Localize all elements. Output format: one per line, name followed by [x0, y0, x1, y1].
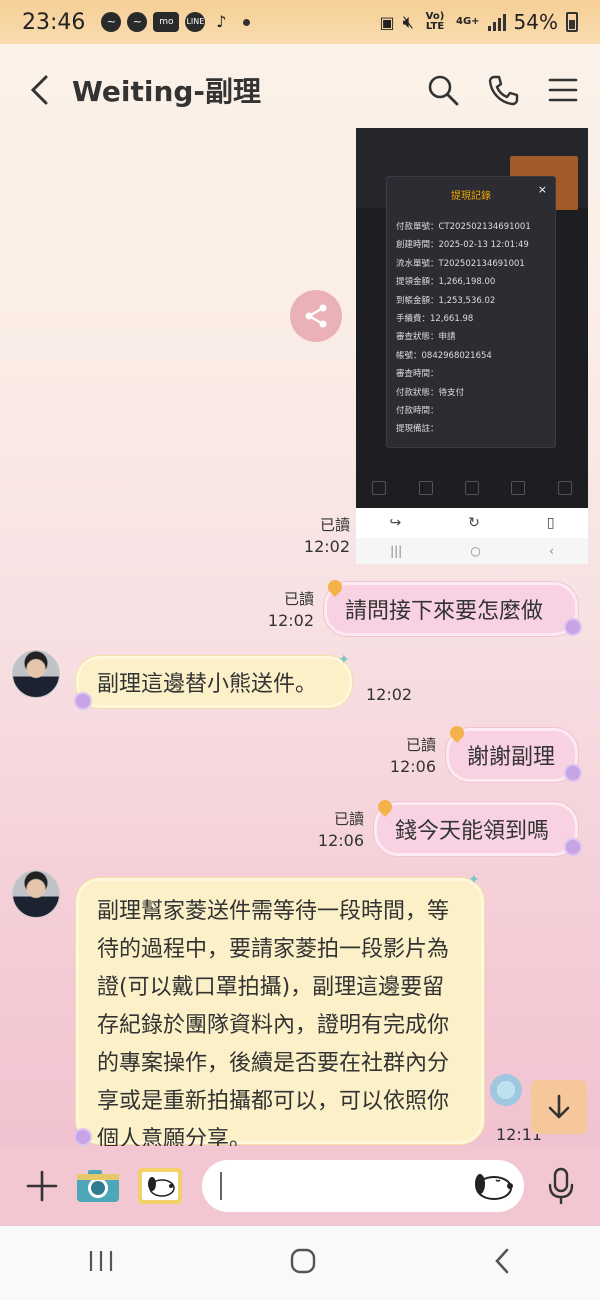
record-row: 提現備註： — [396, 424, 439, 435]
message-text: 謝謝副理 — [467, 745, 556, 770]
screenshot-browser-bar: ↪ ↻ ▯ ||| ○ ‹ — [356, 508, 588, 564]
message-text: 副理幫家菱送件需等待一段時間，等待的過程中，要請家菱拍一段影片為證(可以戴口罩拍… — [97, 899, 450, 1152]
volte-icon: Vo) LTE — [425, 11, 445, 32]
message-meta: 12:02 — [366, 684, 426, 706]
messenger-icon: ~ — [127, 12, 148, 32]
reload-icon: ↻ — [468, 515, 480, 531]
withdrawal-record-modal: 提現記錄 × 付款單號：CT202502134691001 創建時間：2025-… — [386, 176, 556, 448]
message-text: 錢今天能領到嗎 — [395, 819, 550, 844]
message-meta: 已讀 12:02 — [262, 588, 314, 632]
back-icon[interactable] — [20, 70, 60, 110]
message-meta: 已讀 12:06 — [312, 808, 364, 852]
back-nav-icon: ‹ — [549, 544, 554, 558]
flower-deco-icon — [566, 840, 580, 854]
mute-icon: 🔇︎ — [402, 11, 414, 33]
message-text: 副理這邊替小熊送件。 — [97, 672, 318, 697]
chat-header: Weiting-副理 — [0, 44, 600, 136]
text-caret — [220, 1172, 223, 1200]
plus-icon[interactable] — [22, 1166, 62, 1206]
modal-close-icon: × — [537, 183, 547, 196]
message-time: 12:02 — [267, 611, 314, 630]
avatar[interactable] — [12, 650, 60, 698]
bookmark-icon: ▯ — [546, 515, 555, 531]
message-time: 12:06 — [389, 757, 436, 776]
flower-deco-icon — [566, 620, 580, 634]
line-icon: LINE — [185, 12, 206, 32]
messenger-icon: ~ — [101, 12, 122, 32]
screenshot-app-nav — [356, 468, 588, 508]
flower-deco-icon — [76, 1130, 90, 1144]
recent-apps-icon[interactable] — [88, 1249, 114, 1277]
record-row: 付款單號：CT202502134691001 — [396, 222, 531, 232]
home-icon: ○ — [470, 544, 481, 558]
app-nav-icon — [557, 481, 572, 495]
message-input-bar — [0, 1146, 600, 1226]
read-receipt: 已讀 — [405, 736, 436, 754]
chat-title: Weiting-副理 — [72, 75, 262, 108]
share-arrow-icon: ↪ — [389, 515, 402, 531]
record-row: 流水單號：T202502134691001 — [396, 258, 525, 269]
modal-title: 提現記錄 — [451, 191, 491, 202]
home-button-icon[interactable] — [289, 1247, 317, 1279]
status-time: 23:46 — [22, 9, 86, 35]
message-bubble-outgoing[interactable]: 錢今天能領到嗎 — [374, 802, 578, 856]
app-nav-icon — [372, 481, 387, 495]
record-row: 手續費：12,661.98 — [396, 313, 474, 324]
menu-icon[interactable] — [546, 73, 580, 107]
battery-level: 54% — [513, 10, 558, 34]
notification-icon: ▣ — [379, 12, 395, 32]
message-bubble-outgoing[interactable]: 請問接下來要怎麼做 — [324, 582, 578, 636]
message-text: 請問接下來要怎麼做 — [345, 599, 544, 624]
record-row: 創建時間：2025-02-13 12:01:49 — [396, 240, 529, 251]
phone-icon[interactable] — [486, 73, 520, 107]
share-icon[interactable] — [290, 290, 342, 342]
app-nav-icon — [418, 481, 433, 495]
back-button-icon[interactable] — [492, 1247, 512, 1279]
message-input[interactable] — [202, 1160, 525, 1212]
momo-icon: mo — [153, 12, 180, 32]
app-nav-icon — [464, 481, 479, 495]
more-notifications-icon — [243, 18, 251, 26]
signal-icon — [487, 13, 506, 31]
record-row: 帳號：0842968021654 — [396, 350, 492, 361]
status-bar: 23:46 ~ ~ mo LINE ♪ ▣ 🔇︎ Vo) LTE 4G+ 54% — [0, 0, 600, 44]
message-time: 12:06 — [317, 831, 364, 850]
search-icon[interactable] — [426, 73, 460, 107]
system-nav-bar — [0, 1226, 600, 1300]
shared-screenshot[interactable]: 提現記錄 × 付款單號：CT202502134691001 創建時間：2025-… — [356, 128, 588, 564]
message-meta: 已讀 12:02 — [300, 514, 350, 558]
sticker-icon[interactable] — [470, 1170, 514, 1202]
tiktok-icon: ♪ — [216, 12, 227, 31]
message-time: 12:02 — [303, 537, 350, 556]
recents-icon: ||| — [390, 544, 403, 558]
message-bubble-incoming[interactable]: 副理幫家菱送件需等待一段時間，等待的過程中，要請家菱拍一段影片為證(可以戴口罩拍… — [76, 878, 484, 1152]
record-row: 到帳金額：1,253,536.02 — [396, 295, 496, 306]
record-row: 審查狀態：申請 — [396, 332, 456, 343]
read-receipt: 已讀 — [283, 590, 314, 608]
network-type-icon: 4G+ — [456, 16, 480, 27]
message-bubble-outgoing[interactable]: 謝謝副理 — [446, 728, 578, 782]
scroll-down-icon[interactable] — [531, 1080, 587, 1134]
record-row: 提領金額：1,266,198.00 — [396, 277, 496, 288]
mic-icon[interactable] — [544, 1166, 578, 1206]
record-row: 審查時間： — [396, 369, 439, 380]
avatar[interactable] — [12, 870, 60, 918]
battery-icon — [566, 12, 578, 32]
app-nav-icon — [511, 481, 526, 495]
message-time: 12:02 — [366, 685, 413, 704]
flower-deco-icon — [566, 766, 580, 780]
message-meta: 已讀 12:06 — [384, 734, 436, 778]
record-row: 付款狀態：待支付 — [396, 387, 465, 398]
read-receipt: 已讀 — [333, 810, 364, 828]
read-receipt: 已讀 — [319, 516, 350, 534]
flower-deco-icon — [76, 694, 90, 708]
star-deco-icon: ✦ — [338, 652, 350, 668]
record-row: 付款時間： — [396, 405, 439, 416]
star-deco-icon: ✦ — [468, 872, 480, 888]
gallery-icon[interactable] — [135, 1166, 184, 1206]
sticker-ball-icon — [490, 1074, 522, 1106]
message-bubble-incoming[interactable]: 副理這邊替小熊送件。 — [76, 656, 352, 708]
camera-icon[interactable] — [76, 1166, 121, 1206]
